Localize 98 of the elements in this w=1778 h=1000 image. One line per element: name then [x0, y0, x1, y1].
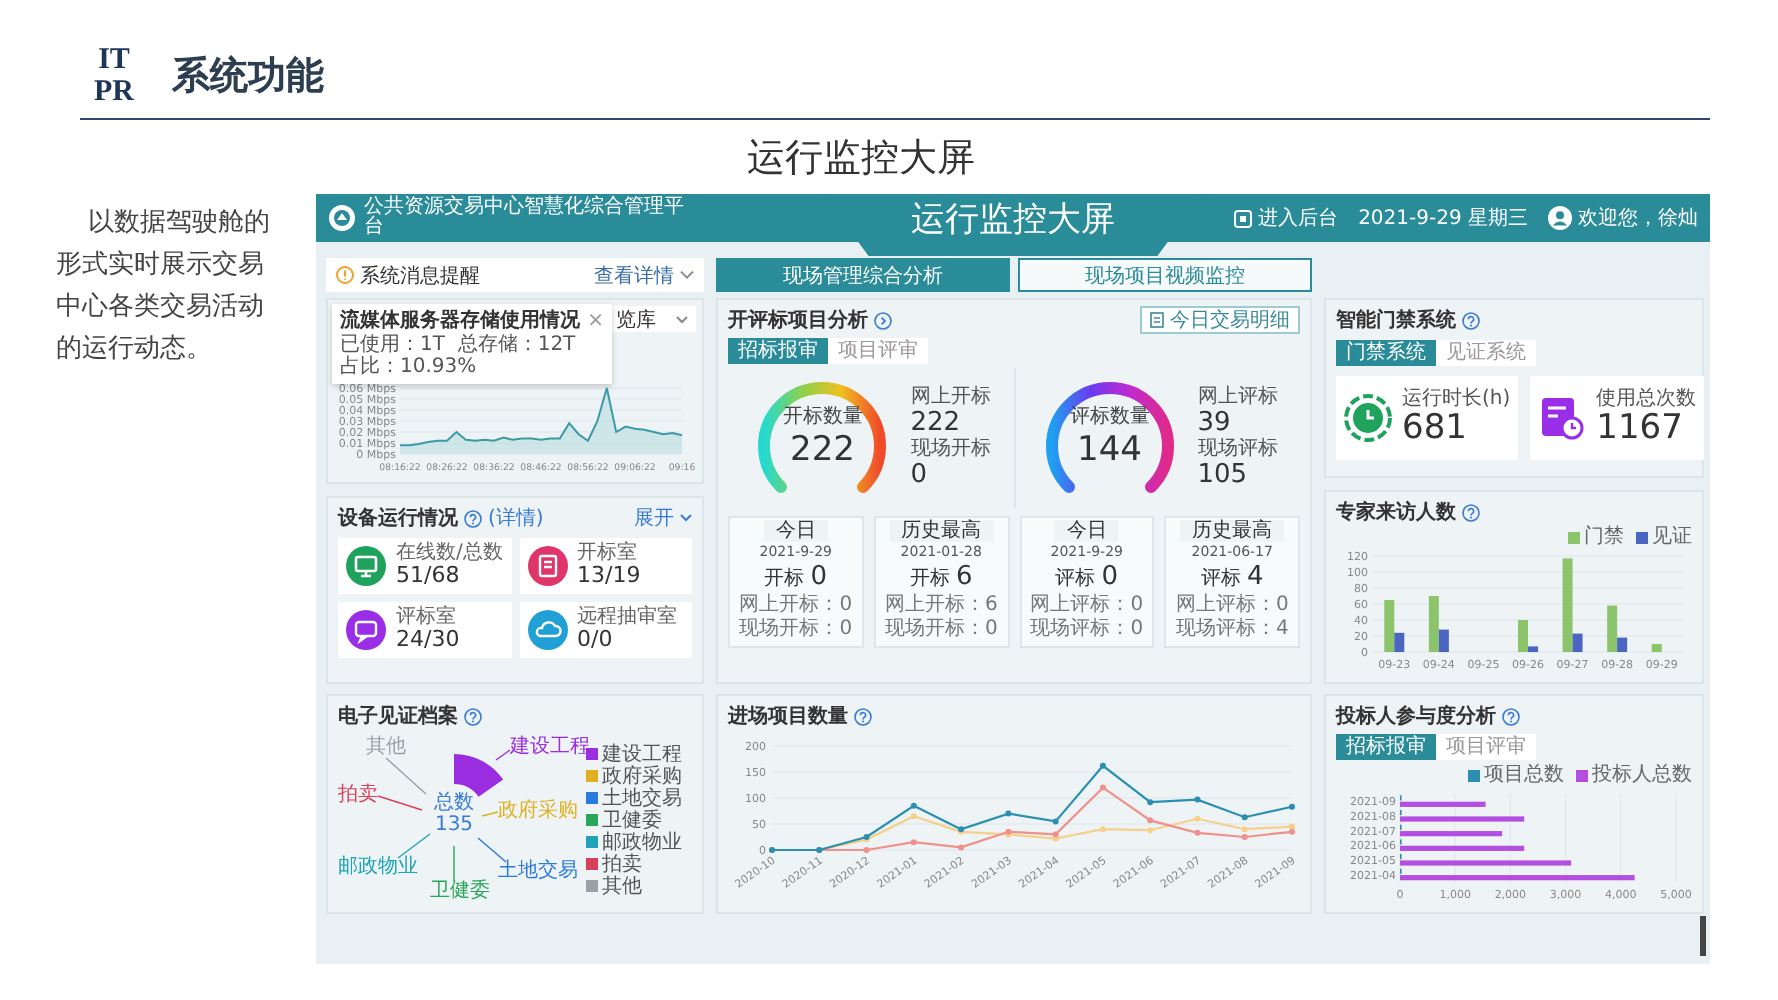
panel-title: 进场项目数量	[728, 703, 848, 730]
legend-label: 投标人总数	[1592, 764, 1692, 786]
stat-value: 681	[1402, 410, 1469, 448]
view-tab[interactable]: 现场项目视频监控	[1018, 258, 1312, 292]
stat-value: 39	[1197, 408, 1233, 438]
details-link[interactable]: 查看详情	[594, 261, 674, 289]
stat-label: 网上开标	[910, 386, 991, 408]
slice-label: 卫健委	[430, 882, 490, 902]
gauge-label: 开标数量	[782, 406, 863, 430]
card-title: 今日	[763, 520, 828, 542]
view-tab[interactable]: 现场管理综合分析	[716, 258, 1010, 292]
card-label: 评标	[1055, 566, 1096, 592]
source-dropdown[interactable]: 览库	[608, 306, 696, 332]
device-label: 评标室	[396, 608, 458, 628]
logo: IT PR	[92, 44, 137, 108]
slice-label: 其他	[366, 738, 406, 758]
popup-title: 流媒体服务器存储使用情况	[340, 310, 580, 333]
device-label: 远程抽审室	[577, 608, 677, 628]
device-label: 开标室	[577, 544, 639, 564]
stat-value: 0	[910, 460, 930, 490]
device-count: 13/19	[577, 564, 641, 588]
popup-text: 已使用：1T 总存储：12T	[340, 334, 578, 356]
legend-label: 土地交易	[602, 787, 682, 809]
total-value: 135	[434, 814, 474, 836]
slice-label: 邮政物业	[338, 858, 418, 878]
stat-label: 使用总次数	[1596, 388, 1697, 410]
panel-title: 专家来访人数	[1336, 498, 1456, 526]
panel-title: 电子见证档案	[338, 702, 458, 730]
legend-label: 邮政物业	[602, 831, 682, 853]
legend-label: 项目总数	[1484, 764, 1564, 786]
stat-value: 1167	[1596, 410, 1685, 448]
card-title: 历史最高	[1180, 520, 1285, 542]
stat-label: 现场评标	[1197, 438, 1278, 460]
device-count: 24/30	[396, 628, 460, 652]
stat-label: 运行时长(h)	[1402, 388, 1511, 410]
card-detail: 网上评标：0	[1175, 594, 1289, 616]
card-detail: 现场评标：4	[1175, 618, 1289, 640]
slice-label: 土地交易	[498, 862, 578, 882]
gauge-value: 144	[1077, 430, 1142, 470]
card-detail: 网上开标：6	[884, 594, 998, 616]
gauge-label: 评标数量	[1069, 406, 1150, 430]
stat-value: 105	[1197, 460, 1250, 490]
card-title: 历史最高	[889, 520, 994, 542]
card-value: 0	[810, 564, 828, 590]
user-link[interactable]: 欢迎您，徐灿	[1548, 204, 1698, 232]
card-title: 今日	[1054, 520, 1119, 542]
filter-tab[interactable]: 项目评审	[1436, 734, 1536, 760]
notice-bar[interactable]: 系统消息提醒 查看详情	[326, 258, 704, 292]
panel-title: 设备运行情况	[338, 505, 458, 532]
legend-label: 其他	[602, 875, 642, 897]
notice-label: 系统消息提醒	[360, 263, 480, 289]
backend-link[interactable]: 进入后台	[1234, 204, 1339, 232]
total-label: 总数	[434, 792, 474, 814]
filter-tab[interactable]: 招标报审	[1336, 734, 1436, 760]
card-detail: 现场评标：0	[1030, 618, 1144, 640]
popup-text: 占比：10.93%	[340, 356, 479, 378]
card-detail: 网上评标：0	[1030, 594, 1144, 616]
card-label: 开标	[909, 566, 950, 592]
expand-link[interactable]: 展开	[634, 504, 674, 532]
card-value: 0	[1101, 564, 1119, 590]
daily-details-button[interactable]: 今日交易明细	[1140, 306, 1300, 334]
slice-label: 拍卖	[338, 786, 378, 806]
legend-label: 建设工程	[602, 743, 682, 765]
legend-label: 拍卖	[602, 853, 642, 875]
legend-label: 政府采购	[602, 765, 682, 787]
date-text: 2021-9-29 星期三	[1358, 205, 1528, 232]
organization-name: 公共资源交易中心智慧化综合管理平台	[364, 198, 686, 238]
system-tab[interactable]: 见证系统	[1436, 340, 1536, 366]
filter-tab[interactable]: 招标报审	[728, 338, 828, 364]
legend-label: 卫健委	[602, 809, 662, 831]
page-heading: 运行监控大屏	[747, 136, 975, 180]
legend-label: 门禁	[1584, 526, 1624, 548]
stat-label: 现场开标	[910, 438, 991, 460]
details-link[interactable]: (详情)	[488, 504, 544, 532]
card-detail: 网上开标：0	[739, 594, 853, 616]
device-count: 51/68	[396, 564, 462, 588]
description-text: 以数据驾驶舱的形式实时展示交易中心各类交易活动的运行动态。	[56, 206, 272, 368]
slide-title: 系统功能	[172, 52, 324, 102]
stat-value: 222	[910, 408, 963, 438]
panel-title: 开评标项目分析	[728, 307, 868, 334]
slice-label: 建设工程	[510, 738, 590, 758]
gauge-value: 222	[790, 430, 855, 470]
card-label: 评标	[1200, 566, 1241, 592]
close-button[interactable]: ×	[587, 312, 604, 332]
card-label: 开标	[764, 566, 805, 592]
card-value: 6	[955, 564, 973, 590]
device-label: 在线数/总数	[396, 544, 503, 564]
legend-label: 见证	[1652, 526, 1692, 548]
panel-title: 投标人参与度分析	[1336, 702, 1496, 730]
filter-tab[interactable]: 项目评审	[828, 338, 928, 364]
slice-label: 政府采购	[498, 802, 578, 822]
card-detail: 现场开标：0	[884, 618, 998, 640]
stat-label: 网上评标	[1197, 386, 1278, 408]
card-value: 4	[1246, 564, 1264, 590]
system-tab[interactable]: 门禁系统	[1336, 340, 1436, 366]
panel-title: 智能门禁系统	[1336, 306, 1456, 334]
card-detail: 现场开标：0	[739, 618, 853, 640]
device-count: 0/0	[577, 628, 615, 652]
